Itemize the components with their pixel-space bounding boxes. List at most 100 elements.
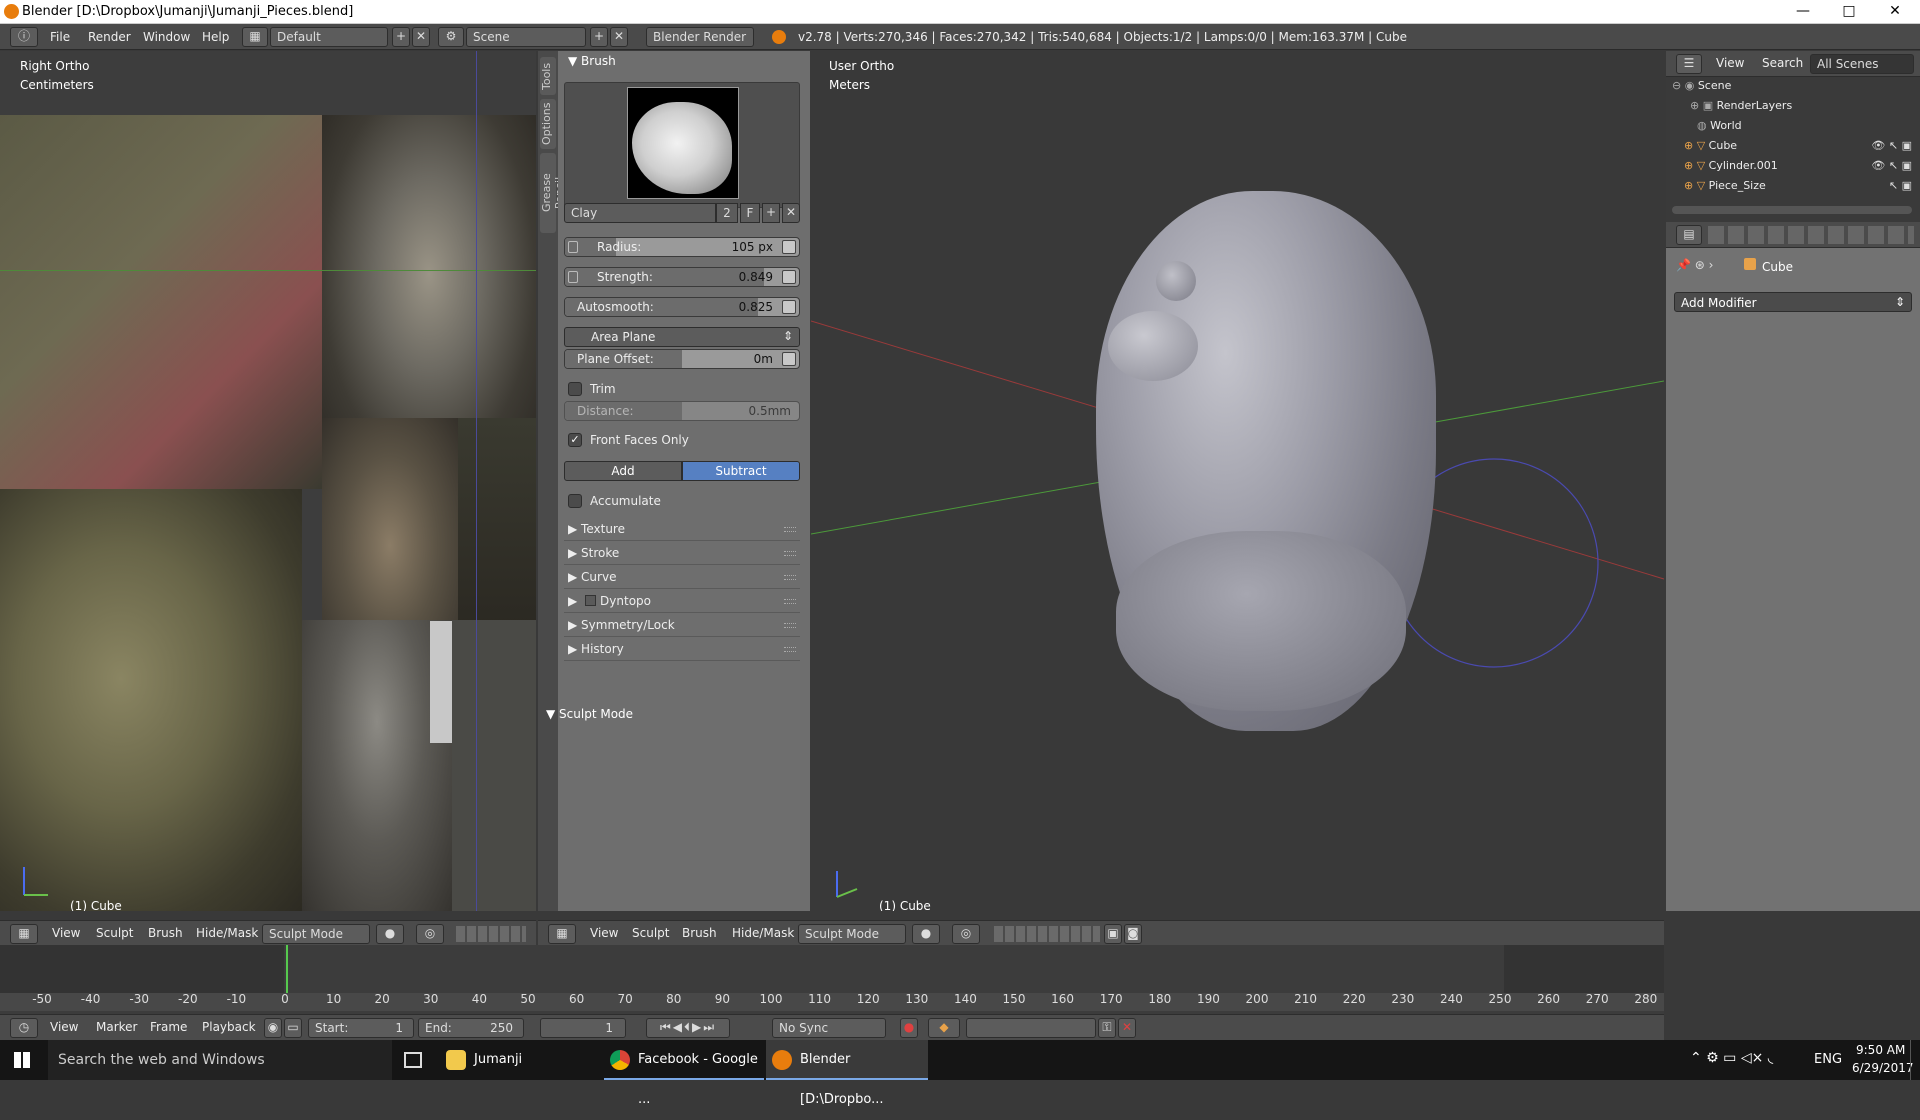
pressure-icon[interactable] xyxy=(782,240,796,254)
menu-render[interactable]: Render xyxy=(88,30,131,44)
shading-icon[interactable]: ● xyxy=(912,924,940,944)
record-icon[interactable]: ◉ xyxy=(264,1018,282,1038)
tab-tools[interactable]: Tools xyxy=(540,57,556,95)
language-indicator[interactable]: ENG xyxy=(1814,1052,1842,1067)
brush-name-field[interactable]: Clay xyxy=(564,203,716,223)
timeline-editor[interactable] xyxy=(0,945,1664,1018)
keying-icon[interactable]: ◆ xyxy=(928,1018,960,1038)
start-frame-field[interactable]: Start: 1 xyxy=(308,1018,414,1038)
properties-context-tabs[interactable] xyxy=(1708,226,1914,244)
keying-set-field[interactable] xyxy=(966,1018,1096,1038)
lock-icon[interactable]: ▭ xyxy=(284,1018,302,1038)
outliner-item-world[interactable]: ◍ World xyxy=(1672,119,1912,139)
tab-grease-pencil[interactable]: Grease Pencil xyxy=(540,153,566,233)
outliner-filter-select[interactable]: All Scenes xyxy=(1810,54,1914,74)
menu-frame[interactable]: Frame xyxy=(150,1020,187,1034)
insert-keyframe-icon[interactable]: ⚿ xyxy=(1098,1018,1116,1038)
curve-section[interactable]: ▶ Curve xyxy=(564,567,800,589)
outliner-menu-view[interactable]: View xyxy=(1716,56,1744,70)
pivot-icon[interactable]: ◎ xyxy=(952,924,980,944)
clock-date[interactable]: 6/29/2017 xyxy=(1852,1061,1914,1075)
scene-icon[interactable]: ⚙ xyxy=(438,27,464,47)
clock-time[interactable]: 9:50 AM xyxy=(1856,1043,1905,1057)
screen-layout-field[interactable]: Default xyxy=(270,27,388,47)
outliner-item-cylinder[interactable]: ⊕ ▽ Cylinder.001 👁 ↖ ▣ xyxy=(1672,159,1912,179)
pin-icon[interactable]: 📌 ⊛ › xyxy=(1676,258,1713,272)
radius-slider[interactable]: Radius: 105 px xyxy=(564,237,800,257)
accumulate-checkbox[interactable] xyxy=(568,494,582,508)
brush-users-count[interactable]: 2 xyxy=(716,203,738,223)
menu-view[interactable]: View xyxy=(50,1020,78,1034)
menu-hide-mask[interactable]: Hide/Mask xyxy=(732,926,794,940)
pressure-icon[interactable] xyxy=(782,352,796,366)
visibility-eye-icon[interactable]: 👁 ↖ ▣ xyxy=(1871,139,1912,152)
outliner-editor-icon[interactable]: ☰ xyxy=(1676,54,1702,74)
remove-scene-button[interactable]: ✕ xyxy=(610,27,628,47)
menu-view[interactable]: View xyxy=(52,926,80,940)
menu-sculpt[interactable]: Sculpt xyxy=(96,926,133,940)
symmetry-section[interactable]: ▶ Symmetry/Lock xyxy=(564,615,800,637)
add-layout-button[interactable]: + xyxy=(392,27,410,47)
menu-window[interactable]: Window xyxy=(143,30,190,44)
menu-view[interactable]: View xyxy=(590,926,618,940)
editor-type-icon[interactable]: ▦ xyxy=(548,924,576,944)
main-3d-viewport[interactable]: User Ortho Meters (1) Cube xyxy=(811,51,1664,911)
menu-marker[interactable]: Marker xyxy=(96,1020,137,1034)
distance-slider[interactable]: Distance: 0.5mm xyxy=(564,401,800,421)
render-engine-select[interactable]: Blender Render xyxy=(646,27,754,47)
sculpt-mode-panel-header[interactable]: ▼ Sculpt Mode xyxy=(546,707,804,727)
texture-section[interactable]: ▶ Texture xyxy=(564,519,800,541)
scene-field[interactable]: Scene xyxy=(466,27,586,47)
properties-editor-icon[interactable]: ▤ xyxy=(1676,225,1702,245)
unlink-brush-button[interactable]: ✕ xyxy=(782,203,800,223)
stroke-section[interactable]: ▶ Stroke xyxy=(564,543,800,565)
add-modifier-select[interactable]: Add Modifier ⇕ xyxy=(1674,292,1912,312)
pressure-icon[interactable] xyxy=(782,270,796,284)
plane-offset-slider[interactable]: Plane Offset: 0m xyxy=(564,349,800,369)
close-button[interactable]: ✕ xyxy=(1872,0,1918,24)
history-section[interactable]: ▶ History xyxy=(564,639,800,661)
left-3d-viewport[interactable]: Right Ortho Centimeters (1) Cube xyxy=(0,51,536,911)
current-frame-field[interactable]: 1 xyxy=(540,1018,626,1038)
editor-type-icon[interactable]: ◷ xyxy=(10,1018,38,1038)
system-tray-icons[interactable]: ⌃ ⚙ ▭ ◁× ◟ xyxy=(1690,1050,1773,1066)
menu-help[interactable]: Help xyxy=(202,30,229,44)
render-preview-icon[interactable]: ▣ xyxy=(1104,924,1122,944)
outliner-item-piece-size[interactable]: ⊕ ▽ Piece_Size ↖ ▣ xyxy=(1672,179,1912,199)
brush-panel-header[interactable]: ▼ Brush xyxy=(568,54,616,68)
pivot-icon[interactable]: ◎ xyxy=(416,924,444,944)
playback-controls[interactable]: ⏮◀⏴▶⏭ xyxy=(646,1018,730,1038)
add-scene-button[interactable]: + xyxy=(590,27,608,47)
taskbar-search-box[interactable]: Search the web and Windows xyxy=(48,1040,392,1080)
outliner-item-cube[interactable]: ⊕ ▽ Cube 👁 ↖ ▣ xyxy=(1672,139,1912,159)
trim-checkbox[interactable] xyxy=(568,382,582,396)
visibility-eye-icon[interactable]: ↖ ▣ xyxy=(1882,179,1912,192)
show-desktop-button[interactable] xyxy=(1910,1040,1916,1080)
outliner-menu-search[interactable]: Search xyxy=(1762,56,1803,70)
add-brush-button[interactable]: + xyxy=(762,203,780,223)
layers-grid[interactable] xyxy=(994,926,1100,942)
subtract-direction-button[interactable]: Subtract xyxy=(682,461,800,481)
mode-select[interactable]: Sculpt Mode xyxy=(262,924,370,944)
windows-start-icon[interactable] xyxy=(14,1052,30,1068)
current-frame-cursor[interactable] xyxy=(286,945,288,993)
shading-icon[interactable]: ● xyxy=(376,924,404,944)
camera-icon[interactable]: ◙ xyxy=(1124,924,1142,944)
strength-slider[interactable]: Strength: 0.849 xyxy=(564,267,800,287)
auto-keyframe-icon[interactable]: ● xyxy=(900,1018,918,1038)
visibility-eye-icon[interactable]: 👁 ↖ ▣ xyxy=(1871,159,1912,172)
menu-file[interactable]: File xyxy=(50,30,70,44)
delete-keyframe-icon[interactable]: ✕ xyxy=(1118,1018,1136,1038)
outliner-scrollbar[interactable] xyxy=(1672,206,1912,214)
info-editor-type-icon[interactable]: ⓘ xyxy=(10,27,38,47)
outliner-item-renderlayers[interactable]: ⊕ ▣ RenderLayers xyxy=(1672,99,1912,119)
menu-playback[interactable]: Playback xyxy=(202,1020,256,1034)
menu-brush[interactable]: Brush xyxy=(148,926,183,940)
autosmooth-slider[interactable]: Autosmooth: 0.825 xyxy=(564,297,800,317)
taskbar-app-blender[interactable]: Blender [D:\Dropbo... xyxy=(766,1040,928,1107)
menu-hide-mask[interactable]: Hide/Mask xyxy=(196,926,258,940)
front-faces-checkbox[interactable]: ✓ xyxy=(568,433,582,447)
task-view-icon[interactable] xyxy=(404,1052,422,1068)
menu-brush[interactable]: Brush xyxy=(682,926,717,940)
taskbar-app-chrome[interactable]: Facebook - Google ... xyxy=(604,1040,764,1107)
